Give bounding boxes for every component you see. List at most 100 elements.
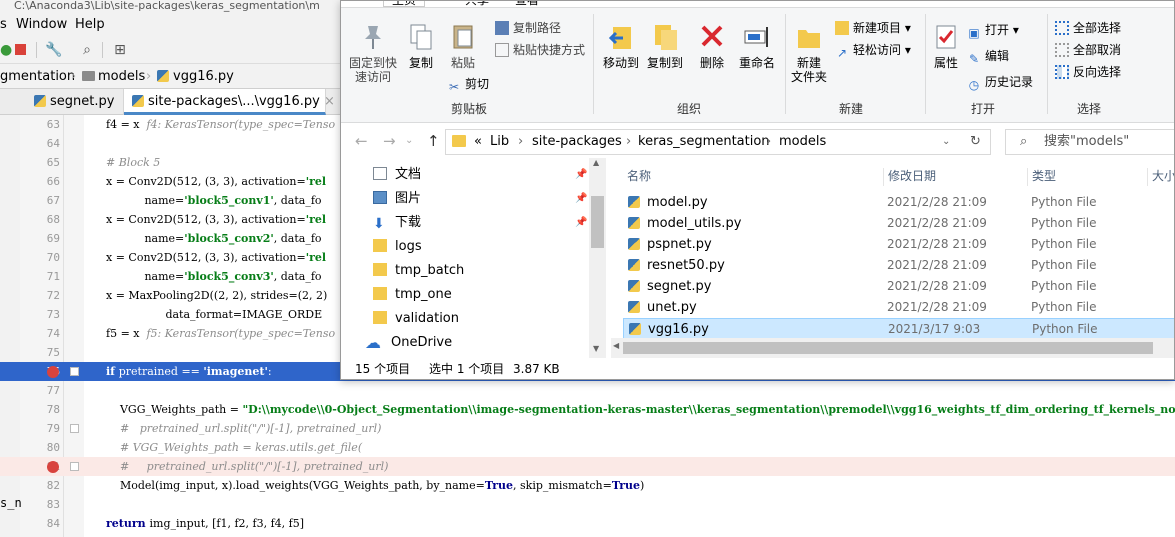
breadcrumb-item-file[interactable]: vgg16.py — [157, 64, 234, 89]
structure-icon[interactable]: ⊞ — [110, 40, 130, 60]
address-bar[interactable]: « Lib › site-packages › keras_segmentati… — [445, 129, 991, 155]
nav-item[interactable]: 文档 — [373, 163, 421, 187]
search-icon[interactable]: ⌕ — [77, 40, 97, 60]
select-all-button[interactable]: 全部选择 — [1055, 20, 1121, 36]
pin-icon[interactable]: 📌 — [575, 217, 587, 228]
nav-item[interactable]: ☁ OneDrive — [365, 331, 452, 355]
scroll-up-icon[interactable]: ▲ — [593, 158, 599, 167]
debug-icon[interactable]: ● — [0, 40, 12, 60]
column-type[interactable]: 类型 — [1032, 164, 1056, 188]
file-row[interactable]: pspnet.py 2021/2/28 21:09 Python File — [623, 234, 1174, 255]
breadcrumb-item-models[interactable]: models — [82, 64, 145, 89]
tab-home[interactable]: 主页 — [383, 1, 426, 7]
address-segment[interactable]: keras_segmentation — [638, 130, 770, 154]
copy-to-button[interactable]: 复制到 — [645, 22, 685, 70]
code-line[interactable]: 81 # pretrained_url.split("/")[-1], pret… — [0, 457, 1175, 476]
breakpoint-icon[interactable] — [47, 461, 59, 473]
up-icon[interactable]: ↑ — [427, 132, 440, 150]
nav-item[interactable]: tmp_batch — [373, 259, 464, 283]
copy-path-button[interactable]: 复制路径 — [495, 20, 561, 36]
column-date[interactable]: 修改日期 — [888, 164, 936, 188]
column-name[interactable]: 名称 — [627, 164, 651, 188]
paste-shortcut-button[interactable]: 粘贴快捷方式 — [495, 42, 585, 58]
wrench-icon[interactable]: 🔧 — [44, 40, 64, 60]
new-folder-button[interactable]: 新建 文件夹 — [787, 22, 831, 84]
code-line[interactable]: 82 Model(img_input, x).load_weights(VGG_… — [0, 476, 1175, 495]
scroll-down-icon[interactable]: ▼ — [593, 344, 599, 353]
file-row[interactable]: segnet.py 2021/2/28 21:09 Python File — [623, 276, 1174, 297]
breakpoint-icon[interactable] — [47, 366, 59, 378]
address-overflow[interactable]: « — [474, 130, 482, 154]
column-separator[interactable] — [883, 168, 884, 186]
tab-segnet[interactable]: segnet.py — [26, 89, 124, 115]
breadcrumb-item[interactable]: gmentation — [0, 64, 75, 89]
easy-access-button[interactable]: ↗ 轻松访问 ▾ — [835, 42, 911, 60]
code-line[interactable]: 78 VGG_Weights_path = "D:\\mycode\\0-Obj… — [0, 400, 1175, 419]
file-row[interactable]: resnet50.py 2021/2/28 21:09 Python File — [623, 255, 1174, 276]
pin-icon[interactable]: 📌 — [575, 169, 587, 180]
fold-marker-icon[interactable] — [70, 367, 79, 376]
column-size[interactable]: 大小 — [1152, 164, 1174, 188]
nav-item[interactable]: logs — [373, 235, 422, 259]
edit-button[interactable]: ✎ 编辑 — [967, 48, 1009, 66]
cut-button[interactable]: ✂ 剪切 — [447, 76, 489, 94]
back-icon[interactable]: ← — [355, 132, 368, 150]
open-button[interactable]: ▣ 打开 ▾ — [967, 22, 1019, 40]
nav-item[interactable]: tmp_one — [373, 283, 452, 307]
column-separator[interactable] — [1027, 168, 1028, 186]
selection-count: 选中 1 个项目 — [429, 362, 505, 376]
stop-icon[interactable] — [13, 40, 27, 60]
line-number: 83 — [46, 498, 60, 511]
invert-selection-button[interactable]: 反向选择 — [1055, 64, 1121, 80]
tab-vgg16[interactable]: site-packages\...\vgg16.py × — [124, 89, 335, 115]
address-segment[interactable]: models — [779, 130, 826, 154]
search-input[interactable]: ⌕ 搜索"models" — [1005, 129, 1174, 155]
address-dropdown-icon[interactable]: ⌄ — [942, 130, 950, 154]
scrollbar-thumb[interactable] — [591, 196, 604, 248]
history-button[interactable]: ◷ 历史记录 — [967, 74, 1033, 92]
nav-item[interactable]: 图片 — [373, 187, 421, 211]
rename-button[interactable]: 重命名 — [735, 22, 779, 70]
file-row[interactable]: vgg16.py 2021/3/17 9:03 Python File — [623, 318, 1174, 339]
copy-button[interactable]: 复制 — [403, 22, 439, 70]
address-segment[interactable]: site-packages — [532, 130, 622, 154]
code-line[interactable]: 77 — [0, 381, 1175, 400]
address-segment[interactable]: Lib — [490, 130, 509, 154]
close-tab-icon[interactable]: × — [324, 94, 335, 109]
fold-marker-icon[interactable] — [70, 424, 79, 433]
tab-share[interactable]: 共享 — [465, 1, 489, 6]
properties-button[interactable]: 属性 — [931, 22, 961, 70]
code-line[interactable]: 80 # VGG_Weights_path = keras.utils.get_… — [0, 438, 1175, 457]
delete-button[interactable]: 删除 — [697, 22, 727, 70]
tab-view[interactable]: 查看 — [515, 1, 539, 6]
python-file-icon — [132, 95, 144, 107]
refresh-icon[interactable]: ↻ — [970, 130, 981, 154]
code-line[interactable]: 83 — [0, 495, 1175, 514]
file-row[interactable]: model_utils.py 2021/2/28 21:09 Python File — [623, 213, 1174, 234]
file-row[interactable]: unet.py 2021/2/28 21:09 Python File — [623, 297, 1174, 318]
recent-dropdown-icon[interactable]: ⌄ — [405, 132, 413, 150]
file-list-h-scrollbar[interactable]: ◀ — [611, 338, 1174, 358]
select-none-button[interactable]: 全部取消 — [1055, 42, 1121, 58]
menu-item-window[interactable]: Window — [16, 14, 67, 36]
nav-item[interactable]: validation — [373, 307, 459, 331]
new-item-button[interactable]: 新建项目 ▾ — [835, 20, 911, 36]
scrollbar-thumb[interactable] — [623, 342, 1153, 354]
code-line[interactable]: 84 return img_input, [f1, f2, f3, f4, f5] — [0, 514, 1175, 533]
scroll-left-icon[interactable]: ◀ — [613, 341, 619, 350]
pin-quick-access-button[interactable]: 固定到快 速访问 — [347, 22, 399, 84]
column-separator[interactable] — [1147, 168, 1148, 186]
file-row[interactable]: model.py 2021/2/28 21:09 Python File — [623, 192, 1174, 213]
nav-pane-scrollbar[interactable]: ▲ ▼ — [589, 158, 606, 358]
toolbar-separator — [102, 42, 103, 58]
code-token: Model(img_input, x).load_weights(VGG_Wei… — [106, 479, 427, 492]
code-line[interactable]: 79 # pretrained_url.split("/")[-1], pret… — [0, 419, 1175, 438]
nav-item[interactable]: ⬇ 下载 — [373, 211, 421, 235]
pin-icon[interactable]: 📌 — [575, 193, 587, 204]
move-to-button[interactable]: 移动到 — [601, 22, 641, 70]
fold-marker-icon[interactable] — [70, 462, 79, 471]
forward-icon[interactable]: → — [383, 132, 396, 150]
paste-button[interactable]: 粘贴 — [445, 22, 481, 70]
menu-item-partial[interactable]: s — [0, 14, 7, 36]
menu-item-help[interactable]: Help — [75, 14, 105, 36]
